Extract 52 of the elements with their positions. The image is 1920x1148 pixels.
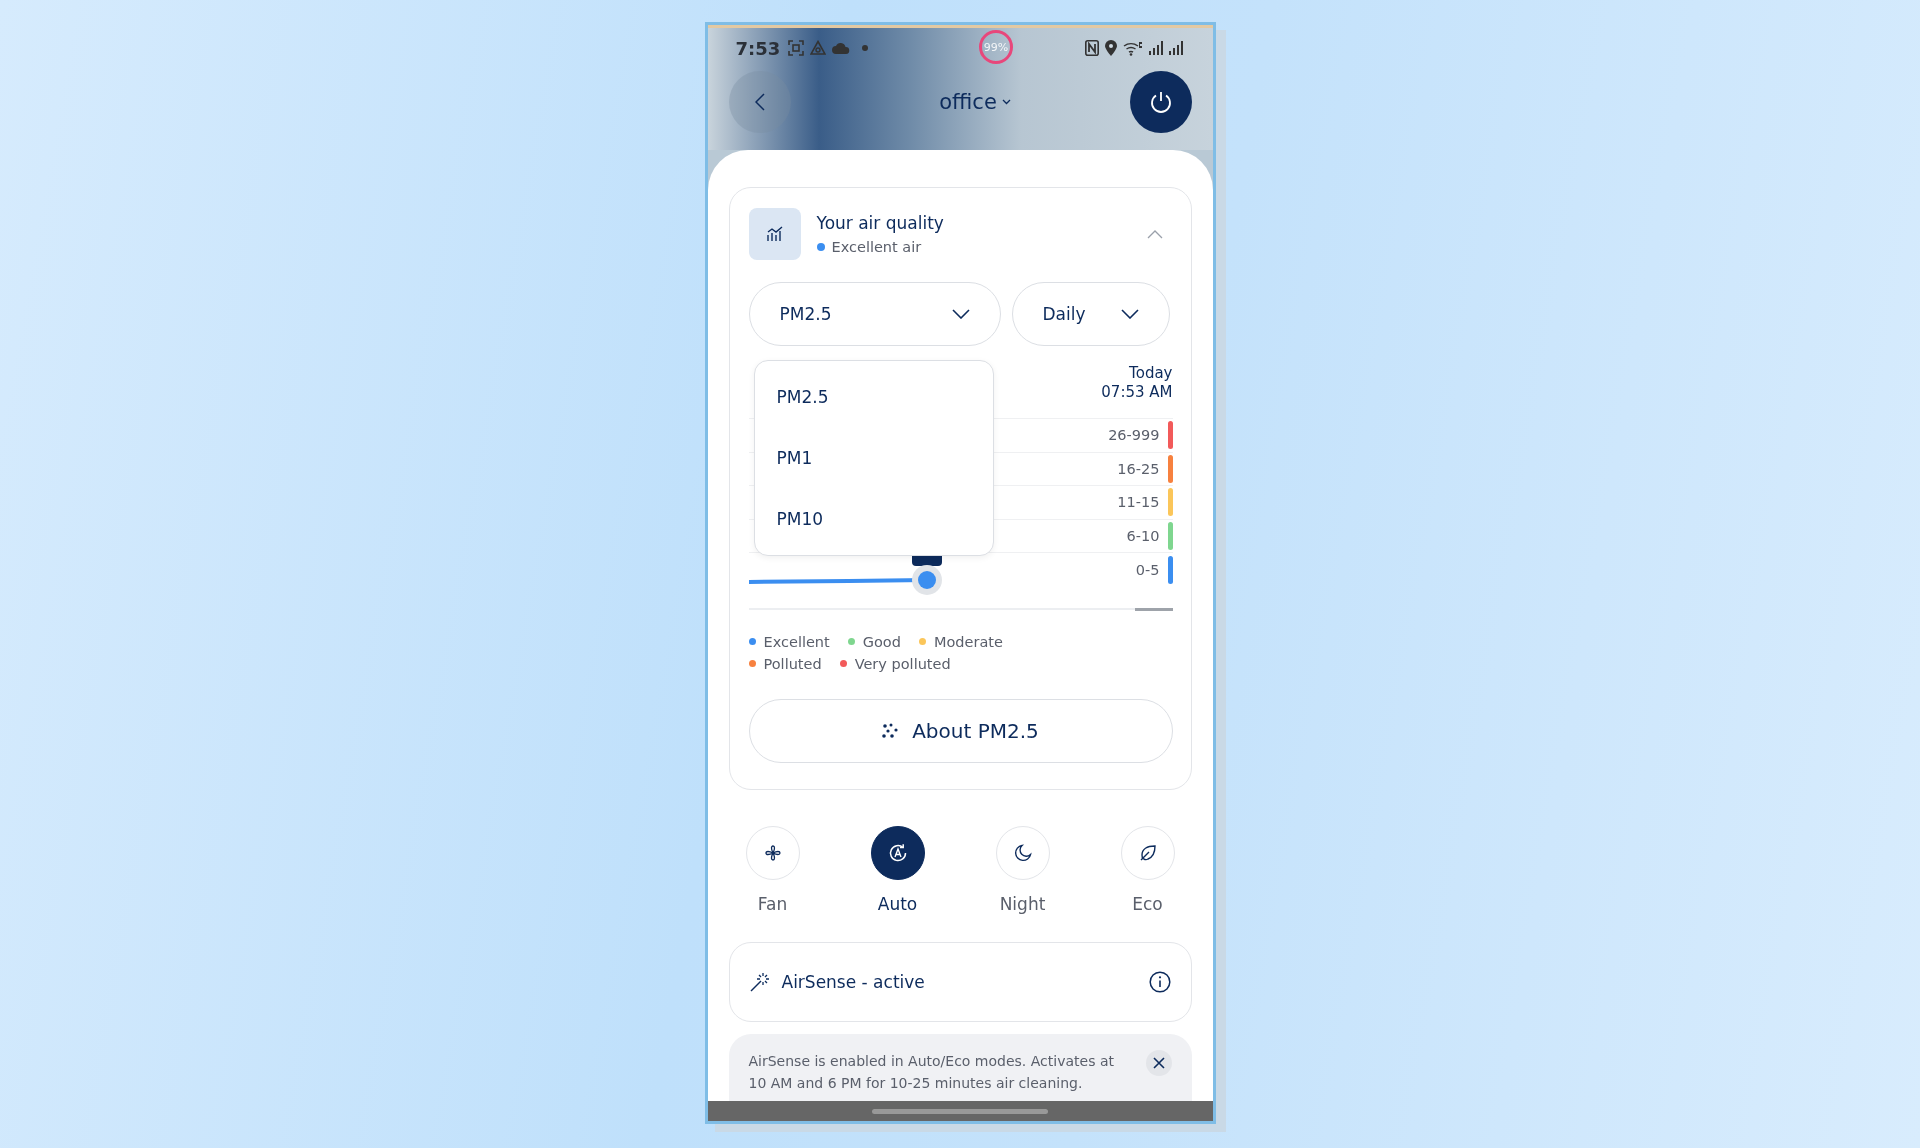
- chevron-down-icon: [951, 309, 970, 319]
- magic-wand-icon: [749, 971, 770, 992]
- power-icon: [1149, 91, 1172, 113]
- mode-button[interactable]: Fan: [732, 825, 813, 914]
- chevron-down-icon: [1120, 309, 1139, 319]
- menu-option[interactable]: PM1: [754, 448, 835, 468]
- back-icon: [754, 93, 765, 111]
- air-status-label: Excellent air: [831, 239, 922, 255]
- cloud-icon: [832, 42, 851, 54]
- range-label: 0-5: [1135, 561, 1160, 578]
- screenshot-icon: [788, 40, 805, 56]
- particles-icon: [882, 722, 899, 739]
- wifi-icon: [1122, 40, 1143, 56]
- card-title: Your air quality: [816, 213, 945, 233]
- range-label: 26-999: [1108, 427, 1160, 444]
- close-icon: [1152, 1056, 1165, 1069]
- mode-button[interactable]: Night: [982, 825, 1063, 914]
- airsense-status: AirSense - active: [781, 971, 926, 992]
- legend-label: Very polluted: [854, 655, 951, 672]
- chart-time-label: 07:53 AM: [1101, 383, 1173, 402]
- info-icon: [1148, 970, 1171, 993]
- range-label: 11-15: [1117, 494, 1160, 511]
- status-time: 7:53: [735, 37, 781, 59]
- battery-ring: 99%: [979, 30, 1013, 64]
- menu-option[interactable]: PM2.5: [754, 387, 851, 408]
- signal-icon: [1148, 41, 1163, 55]
- bar-chart-icon: [765, 226, 784, 242]
- chevron-down-icon: [1001, 99, 1011, 105]
- legend-label: Polluted: [763, 655, 822, 672]
- info-button[interactable]: [1148, 970, 1171, 993]
- chart-day-label: Today: [1129, 364, 1173, 383]
- mode-button[interactable]: Eco: [1107, 825, 1188, 914]
- legend-label: Moderate: [933, 633, 1003, 650]
- device-selector[interactable]: office: [939, 90, 1011, 114]
- triangle-icon: [810, 40, 827, 56]
- mode-button[interactable]: Auto: [857, 825, 938, 914]
- leaf-icon: [1138, 843, 1157, 862]
- menu-option[interactable]: PM10: [754, 508, 846, 529]
- auto-mode-icon: [887, 842, 908, 863]
- chevron-icon: [1146, 229, 1163, 239]
- location-icon: [1104, 40, 1117, 56]
- fan-icon: [763, 843, 782, 862]
- range-label: 6-10: [1126, 528, 1160, 545]
- range-label: 16-25: [1117, 460, 1160, 477]
- notice-text: AirSense is enabled in Auto/Eco modes. Activates at 10 AM and 6 PM for 10-25 minutes air cleaning.: [748, 1051, 1115, 1093]
- nfc-icon: [1084, 40, 1099, 56]
- legend-label: Good: [862, 633, 901, 650]
- legend-label: Excellent: [763, 633, 830, 650]
- moon-icon: [1013, 843, 1032, 862]
- close-button[interactable]: [1145, 1049, 1172, 1076]
- notification-dot-icon: [862, 45, 869, 51]
- signal-icon: [1168, 41, 1183, 55]
